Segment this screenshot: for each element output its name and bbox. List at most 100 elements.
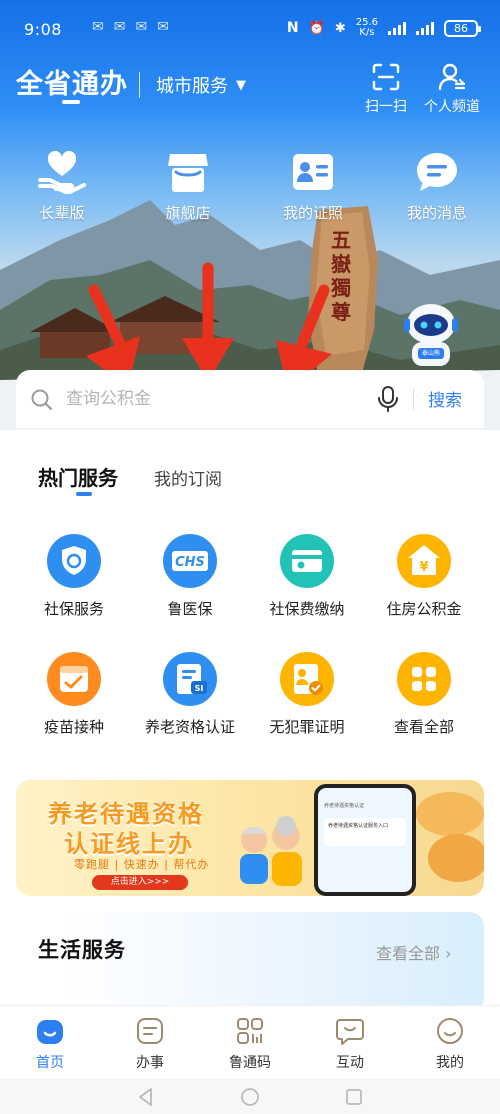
user-switch-icon: [438, 63, 466, 91]
payment-icon: [280, 534, 334, 588]
header-divider: [139, 72, 140, 98]
interaction-icon: [336, 1019, 364, 1045]
service-shandong-medical-insurance[interactable]: CHS 鲁医保: [130, 534, 250, 619]
service-label: 住房公积金: [386, 600, 462, 618]
qr-code-icon: [237, 1018, 263, 1044]
si-icon-text: SI: [195, 684, 204, 693]
service-social-security[interactable]: 社保服务: [14, 534, 134, 619]
life-services-view-all[interactable]: 查看全部 ›: [376, 940, 452, 964]
quick-flagship-store[interactable]: 旗舰店: [138, 150, 238, 223]
quick-label-store: 旗舰店: [165, 204, 211, 222]
banner-title-line2: 认证线上办: [64, 830, 194, 858]
service-no-criminal-record[interactable]: 无犯罪证明: [247, 652, 367, 737]
battery-icon: 86: [444, 19, 481, 37]
profile-label: 个人频道: [424, 99, 480, 115]
robot-bear-icon: [404, 304, 458, 366]
tab-my-subscriptions[interactable]: 我的订阅: [154, 465, 222, 490]
service-label: 查看全部: [393, 718, 454, 736]
affairs-icon: [137, 1018, 163, 1044]
tab-hot-services[interactable]: 热门服务: [38, 462, 118, 496]
elderly-couple-illustration: [240, 816, 302, 886]
signal-icon-2: [416, 21, 434, 35]
status-bar: 9:08 ✉✉✉✉ N ⏰ ✱ 25.6 K/s 86: [0, 0, 500, 58]
service-pension-certification[interactable]: SI 养老资格认证: [130, 652, 250, 737]
service-housing-fund[interactable]: ¥ 住房公积金: [364, 534, 484, 619]
quick-my-certificates[interactable]: 我的证照: [263, 150, 363, 223]
bluetooth-icon: ✱: [334, 20, 346, 36]
message-icon: [417, 153, 457, 191]
life-services-title: 生活服务: [38, 938, 126, 962]
app-title: 全省通办: [16, 69, 128, 100]
recents-icon[interactable]: [344, 1087, 364, 1107]
decor-shapes: [416, 792, 484, 882]
housing-fund-icon: ¥: [397, 534, 451, 588]
nav-label-mine: 我的: [436, 1055, 464, 1071]
chs-icon-text: CHS: [175, 555, 205, 570]
service-view-all[interactable]: 查看全部: [364, 652, 484, 737]
microphone-icon[interactable]: [376, 385, 400, 413]
service-label: 疫苗接种: [43, 718, 104, 736]
service-vaccination[interactable]: 疫苗接种: [14, 652, 134, 737]
annotation-arrow-middle: [182, 262, 234, 382]
signal-icon: [388, 21, 406, 35]
nav-affairs[interactable]: 办事: [110, 1016, 190, 1072]
chs-medical-icon: CHS: [163, 534, 217, 588]
hero-banner: 五嶽獨尊 泰山熊 9:08 ✉✉✉✉ N ⏰ ✱ 25.6 K/s 86 全省通…: [0, 0, 500, 430]
phone-card-text: 养老待遇资格认证服务入口: [324, 818, 406, 846]
quick-label-elder: 长辈版: [39, 204, 85, 222]
profile-channel-button[interactable]: 个人频道: [414, 58, 490, 116]
service-social-fee-payment[interactable]: 社保费缴纳: [247, 534, 367, 619]
caret-down-icon: ▼: [236, 77, 246, 93]
banner-phone-mockup: 养老待遇资格认证 养老待遇资格认证服务入口: [314, 784, 416, 896]
search-icon: [31, 389, 53, 411]
nav-mine[interactable]: 我的: [410, 1016, 490, 1072]
city-service-selector[interactable]: 城市服务 ▼: [156, 72, 246, 98]
quick-elder-mode[interactable]: 长辈版: [12, 150, 112, 223]
service-label: 无犯罪证明: [269, 718, 345, 736]
mascot[interactable]: 泰山熊: [400, 298, 462, 368]
search-button[interactable]: 搜索: [428, 386, 462, 411]
service-label: 社保服务: [43, 600, 104, 618]
nav-label-affairs: 办事: [136, 1055, 164, 1071]
pension-promo-banner[interactable]: 养老待遇资格 认证线上办 零跑腿 | 快速办 | 帮代办 点击进入>>> 养老待…: [16, 780, 484, 896]
phone-header-text: 养老待遇资格认证: [324, 803, 365, 809]
service-tabs: 热门服务 我的订阅: [38, 462, 222, 496]
scan-button[interactable]: 扫一扫: [348, 58, 424, 116]
heart-hand-icon: [38, 150, 86, 194]
service-label: 社保费缴纳: [269, 600, 345, 618]
search-divider: [413, 388, 414, 410]
social-security-icon: [47, 534, 101, 588]
no-crime-cert-icon: [280, 652, 334, 706]
scan-icon: [372, 63, 400, 91]
banner-enter-button[interactable]: 点击进入>>>: [92, 875, 188, 890]
banner-tagline: 零跑腿 | 快速办 | 帮代办: [74, 858, 210, 871]
service-label: 鲁医保: [167, 600, 213, 618]
id-card-icon: [293, 154, 333, 190]
search-bar[interactable]: 搜索: [16, 370, 484, 428]
alarm-icon: ⏰: [308, 20, 325, 36]
status-time: 9:08: [24, 20, 62, 39]
bottom-navigation: 首页 办事 鲁通码 互动 我的: [0, 1005, 500, 1077]
profile-icon: [437, 1018, 463, 1044]
quick-label-certificates: 我的证照: [282, 204, 343, 222]
nav-lutong-code[interactable]: 鲁通码: [210, 1016, 290, 1072]
grid-all-icon: [397, 652, 451, 706]
status-indicators: N ⏰ ✱ 25.6 K/s 86: [286, 17, 481, 38]
nav-label-home: 首页: [36, 1055, 64, 1071]
nav-home[interactable]: 首页: [10, 1016, 90, 1072]
back-icon[interactable]: [136, 1087, 156, 1107]
pension-cert-icon: SI: [163, 652, 217, 706]
quick-label-messages: 我的消息: [406, 204, 467, 222]
nav-interaction[interactable]: 互动: [310, 1016, 390, 1072]
network-speed: 25.6 K/s: [355, 17, 378, 38]
search-input[interactable]: [66, 385, 366, 413]
home-circle-icon[interactable]: [240, 1087, 260, 1107]
nav-label-interaction: 互动: [336, 1055, 364, 1071]
home-icon: [37, 1020, 63, 1044]
system-navigation-bar: [0, 1078, 500, 1114]
yuan-icon-text: ¥: [419, 560, 428, 575]
mascot-label: 泰山熊: [421, 350, 440, 357]
quick-my-messages[interactable]: 我的消息: [387, 150, 487, 223]
nfc-icon: N: [286, 20, 299, 36]
title-underline: [62, 100, 80, 104]
